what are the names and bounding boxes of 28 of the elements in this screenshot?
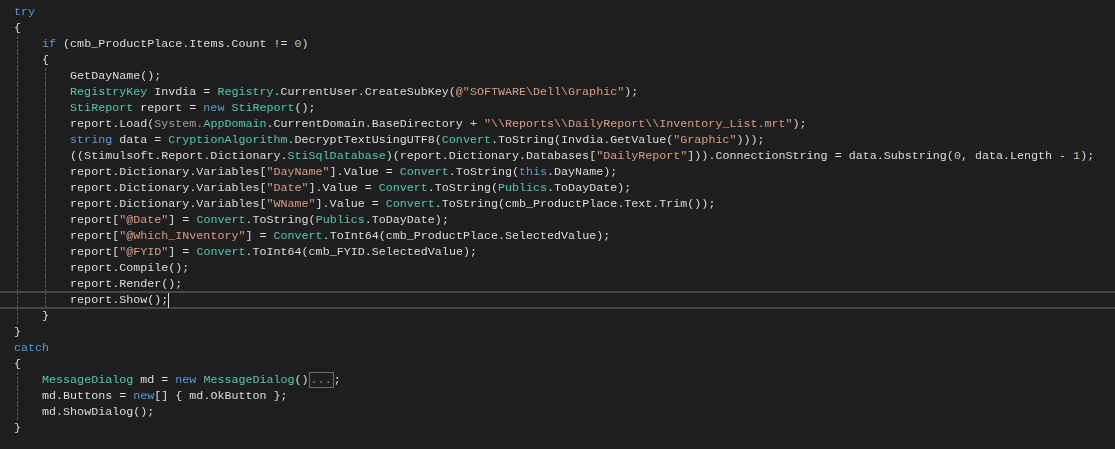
code-line: ((Stimulsoft.Report.Dictionary.StiSqlDatabase)(report.Dictionary.Databases["DailyReport"])).ConnectionString = data.Substring(0, data.Length - 1); (70, 148, 1095, 164)
code-line: report.Compile(); (70, 260, 190, 276)
code-line: if (cmb_ProductPlace.Items.Count != 0) (42, 36, 309, 52)
text-cursor (168, 292, 170, 308)
code-line: md.ShowDialog(); (42, 404, 155, 420)
code-line: GetDayName(); (70, 68, 162, 84)
code-line: } (14, 324, 21, 340)
code-line: StiReport report = new StiReport(); (70, 100, 316, 116)
code-line: report.Show(); (70, 292, 169, 308)
code-line: report.Render(); (70, 276, 183, 292)
code-line: report["@FYID"] = Convert.ToInt64(cmb_FYID.SelectedValue); (70, 244, 477, 260)
code-line: report.Load(System.AppDomain.CurrentDomain.BaseDirectory + "\\Reports\\DailyReport\\Inventory_List.mrt"); (70, 116, 807, 132)
code-line: string data = CryptionAlgorithm.DecryptTextUsingUTF8(Convert.ToString(Invdia.GetValue("Graphic"))); (70, 132, 765, 148)
code-line: report.Dictionary.Variables["DayName"].Value = Convert.ToString(this.DayName); (70, 164, 618, 180)
code-line: } (14, 420, 21, 436)
code-line: { (14, 356, 21, 372)
code-line: { (42, 52, 50, 68)
code-line: } (42, 308, 50, 324)
code-line: md.Buttons = new[] { md.OkButton }; (42, 388, 288, 404)
code-line: catch (14, 340, 50, 356)
code-line: { (14, 20, 21, 36)
code-line: report["@Which_INventory"] = Convert.ToInt64(cmb_ProductPlace.SelectedValue); (70, 228, 611, 244)
code-line: MessageDialog md = new MessageDialog() ... ; (42, 372, 341, 388)
code-line: report.Dictionary.Variables["WName"].Value = Convert.ToString(cmb_ProductPlace.Text.Trim()); (70, 196, 716, 212)
code-line: report.Dictionary.Variables["Date"].Value = Convert.ToString(Publics.ToDayDate); (70, 180, 632, 196)
code-line: try (14, 4, 36, 20)
code-line: report["@Date"] = Convert.ToString(Publics.ToDayDate); (70, 212, 449, 228)
code-line: RegistryKey Invdia = Registry.CurrentUser.CreateSubKey(@"SOFTWARE\Dell\Graphic"); (70, 84, 639, 100)
